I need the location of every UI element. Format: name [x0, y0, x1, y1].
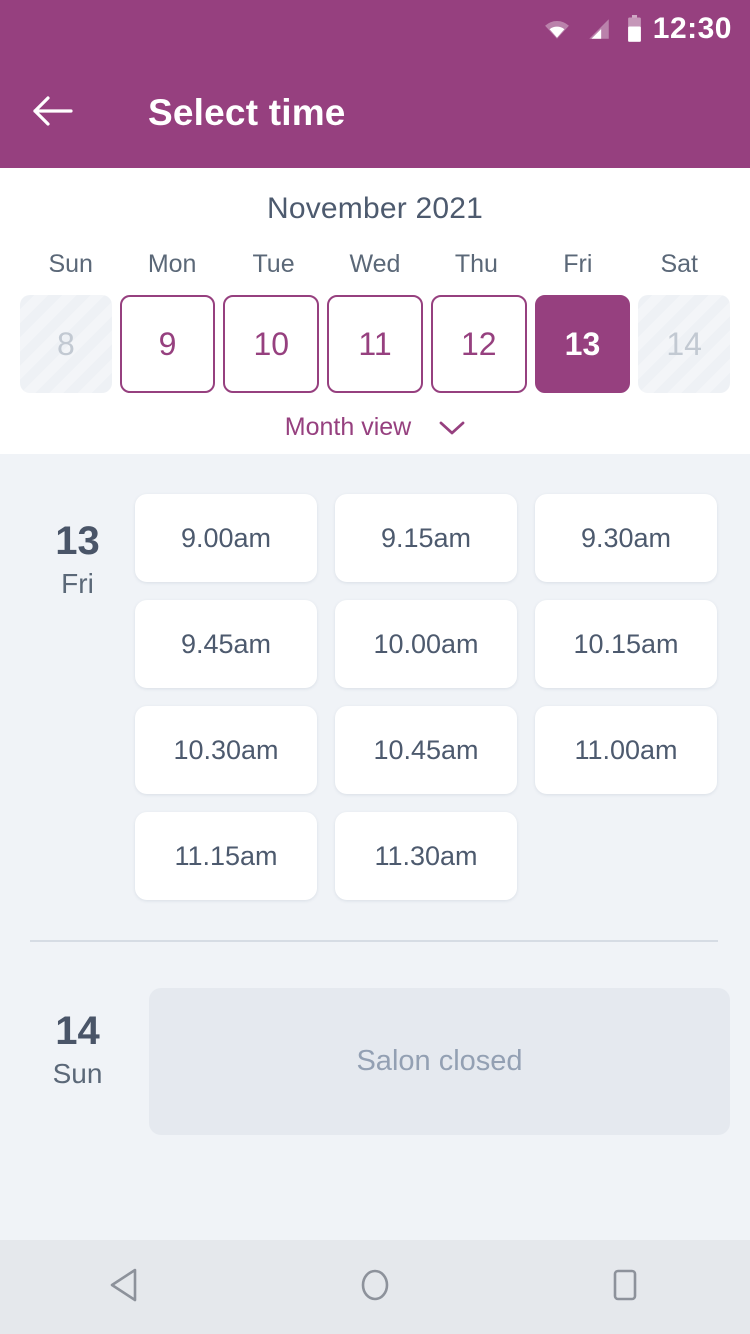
time-slot[interactable]: 11.15am [135, 812, 317, 900]
square-icon [608, 1266, 642, 1309]
schedule-day-name: Fri [61, 568, 94, 599]
android-nav-bar [0, 1240, 750, 1334]
schedule-day-name: Sun [52, 1058, 103, 1089]
time-slot[interactable]: 9.45am [135, 600, 317, 688]
schedule-area: 13 Fri 9.00am 9.15am 9.30am 9.45am 10.00… [0, 454, 750, 1135]
weekday-label-sat: Sat [660, 250, 698, 278]
month-title: November 2021 [266, 192, 484, 225]
calendar-day-11[interactable]: 11 [327, 295, 423, 393]
weekday-label-mon: Mon [147, 250, 197, 278]
time-slot[interactable]: 10.45am [335, 706, 517, 794]
calendar-day-9[interactable]: 9 [119, 295, 216, 393]
schedule-group-14: 14 Sun Salon closed [0, 988, 750, 1135]
time-slot[interactable]: 10.30am [135, 706, 317, 794]
status-icons [542, 15, 643, 43]
weekday-label-thu: Thu [454, 250, 498, 278]
time-slot[interactable]: 9.00am [135, 494, 317, 582]
time-slot[interactable]: 11.00am [535, 706, 717, 794]
circle-icon [357, 1265, 393, 1310]
app-bar: Select time [0, 58, 750, 168]
month-view-toggle[interactable]: Month view [0, 413, 750, 442]
battery-icon [626, 15, 643, 43]
time-slot[interactable]: 11.30am [335, 812, 517, 900]
calendar-day-10[interactable]: 10 [223, 295, 320, 393]
weekday-label-sun: Sun [48, 250, 93, 278]
schedule-day-label-14: 14 Sun [20, 988, 135, 1135]
schedule-day-label-13: 13 Fri [20, 468, 135, 900]
time-slot[interactable]: 9.30am [535, 494, 717, 582]
calendar-panel: November 2021 Sun Mon Tue Wed Thu Fri Sa… [0, 168, 750, 454]
salon-closed-banner: Salon closed [149, 988, 730, 1135]
schedule-group-13: 13 Fri 9.00am 9.15am 9.30am 9.45am 10.00… [0, 468, 750, 900]
weekday-header-row: Sun Mon Tue Wed Thu Fri Sat [0, 250, 750, 279]
nav-recents-button[interactable] [570, 1240, 680, 1334]
month-view-label: Month view [284, 413, 412, 441]
time-slot[interactable]: 10.00am [335, 600, 517, 688]
schedule-day-number: 14 [55, 1009, 100, 1053]
chevron-down-icon [411, 420, 465, 436]
weekday-label-fri: Fri [563, 250, 593, 278]
nav-back-button[interactable] [70, 1240, 180, 1334]
back-button[interactable] [30, 90, 76, 136]
arrow-left-icon [32, 95, 74, 132]
calendar-day-13[interactable]: 13 [534, 295, 631, 393]
page-title: Select time [148, 92, 346, 133]
section-divider [30, 940, 718, 942]
nav-home-button[interactable] [320, 1240, 430, 1334]
calendar-day-12[interactable]: 12 [430, 295, 527, 393]
weekday-label-tue: Tue [252, 250, 295, 278]
status-clock: 12:30 [652, 12, 732, 45]
schedule-day-number: 13 [55, 519, 100, 563]
calendar-day-8: 8 [20, 295, 112, 393]
calendar-day-14: 14 [638, 295, 731, 393]
time-slot-grid: 9.00am 9.15am 9.30am 9.45am 10.00am 10.1… [135, 468, 730, 900]
wifi-icon [542, 16, 572, 42]
status-bar: 12:30 [0, 0, 750, 58]
calendar-day-row: 8 9 10 11 12 13 14 [0, 295, 750, 393]
time-slot[interactable]: 9.15am [335, 494, 517, 582]
signal-icon [586, 16, 612, 42]
weekday-label-wed: Wed [349, 250, 401, 278]
triangle-left-icon [107, 1266, 143, 1309]
time-slot[interactable]: 10.15am [535, 600, 717, 688]
